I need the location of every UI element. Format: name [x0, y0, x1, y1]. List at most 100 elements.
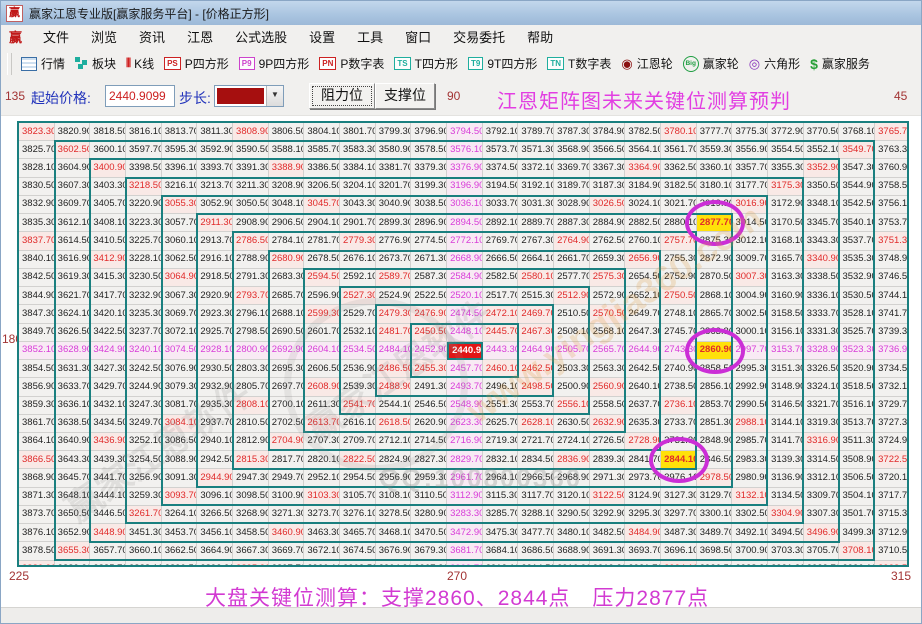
price-cell[interactable]: 2736.10 [661, 396, 697, 415]
price-cell[interactable]: 3547.30 [839, 159, 876, 178]
price-cell[interactable]: 3086.50 [161, 432, 198, 452]
price-cell[interactable]: 3312.10 [803, 469, 840, 488]
price-cell[interactable]: 3396.10 [161, 159, 198, 178]
price-cell[interactable]: 2520.10 [447, 287, 483, 306]
price-cell[interactable]: 3830.50 [19, 177, 55, 196]
price-cell[interactable]: 2925.70 [197, 323, 234, 342]
price-cell[interactable]: 2844.10 [661, 451, 697, 470]
price-cell[interactable]: 3391.30 [233, 159, 269, 178]
price-cell[interactable]: 3019.30 [696, 195, 733, 215]
price-cell[interactable]: 3640.90 [54, 432, 91, 452]
price-cell[interactable]: 2935.30 [197, 396, 234, 415]
price-cell[interactable]: 2620.90 [411, 414, 448, 433]
price-cell[interactable]: 2635.30 [625, 414, 662, 433]
price-cell[interactable]: 3878.50 [19, 542, 55, 561]
price-cell[interactable]: 3372.10 [518, 159, 555, 178]
price-cell[interactable]: 3105.70 [340, 487, 376, 506]
price-cell[interactable]: 3758.50 [875, 177, 907, 196]
price-cell[interactable]: 3163.30 [768, 268, 804, 288]
price-cell[interactable]: 3218.50 [126, 177, 162, 196]
price-cell[interactable]: 3876.10 [19, 524, 55, 543]
price-cell[interactable]: 2846.50 [696, 451, 733, 470]
menu-item-文件[interactable]: 文件 [32, 27, 80, 46]
price-cell[interactable]: 2995.30 [732, 360, 769, 379]
price-cell[interactable]: 3864.10 [19, 432, 55, 452]
price-cell[interactable]: 3823.30 [19, 123, 55, 142]
price-cell[interactable]: 3446.50 [90, 505, 127, 525]
price-cell[interactable]: 3496.90 [803, 524, 840, 543]
price-cell[interactable]: 2529.70 [340, 305, 376, 324]
price-cell[interactable]: 3756.10 [875, 195, 907, 215]
price-cell[interactable]: 3590.50 [233, 141, 269, 160]
price-cell[interactable]: 3036.10 [447, 195, 483, 215]
price-cell[interactable]: 3782.50 [625, 123, 662, 142]
price-cell[interactable]: 2908.90 [233, 214, 269, 233]
price-cell[interactable]: 3328.90 [803, 341, 840, 361]
price-cell[interactable]: 2539.30 [340, 378, 376, 397]
price-cell[interactable]: 2599.30 [304, 305, 341, 324]
price-cell[interactable]: 2618.50 [375, 414, 412, 433]
price-cell[interactable]: 3895.30 [233, 560, 269, 565]
price-cell[interactable]: 2968.90 [554, 469, 590, 488]
price-cell[interactable]: 3127.30 [661, 487, 697, 506]
menu-item-江恩[interactable]: 江恩 [176, 27, 224, 46]
price-cell[interactable]: 3672.10 [304, 542, 341, 561]
price-cell[interactable]: 3364.90 [625, 159, 662, 178]
price-cell[interactable]: 3734.50 [875, 360, 907, 379]
price-cell[interactable]: 3110.50 [411, 487, 448, 506]
price-cell[interactable]: 3276.10 [340, 505, 376, 525]
price-cell[interactable]: 2784.10 [268, 232, 305, 251]
price-cell[interactable]: 3300.10 [696, 505, 733, 525]
price-cell[interactable]: 3772.90 [768, 123, 804, 142]
price-cell[interactable]: 3722.50 [875, 451, 907, 470]
price-cell[interactable]: 2980.90 [732, 469, 769, 488]
price-cell[interactable]: 3583.30 [340, 141, 376, 160]
price-cell[interactable]: 3660.10 [126, 542, 162, 561]
price-cell[interactable]: 2505.70 [554, 341, 590, 361]
price-cell[interactable]: 3076.90 [161, 360, 198, 379]
price-cell[interactable]: 2726.50 [589, 432, 626, 452]
price-cell[interactable]: 3136.90 [768, 469, 804, 488]
price-cell[interactable]: 3100.90 [268, 487, 305, 506]
price-cell[interactable]: 3252.10 [126, 432, 162, 452]
price-cell[interactable]: 3398.50 [126, 159, 162, 178]
price-cell[interactable]: 2503.30 [554, 360, 590, 379]
price-cell[interactable]: 3619.30 [54, 268, 91, 288]
price-cell[interactable]: 3566.50 [589, 141, 626, 160]
price-cell[interactable]: 2654.50 [625, 268, 662, 288]
price-cell[interactable]: 2863.30 [696, 323, 733, 342]
price-cell[interactable]: 3835.30 [19, 214, 55, 233]
price-cell[interactable]: 3369.70 [554, 159, 590, 178]
price-cell[interactable]: 3057.70 [161, 214, 198, 233]
price-cell[interactable]: 2817.70 [268, 451, 305, 470]
price-cell[interactable]: 2472.10 [482, 305, 519, 324]
price-cell[interactable]: 3746.50 [875, 268, 907, 288]
price-cell[interactable]: 3540.10 [839, 214, 876, 233]
price-cell[interactable]: 2512.90 [554, 287, 590, 306]
price-cell[interactable]: 2992.90 [732, 378, 769, 397]
price-cell[interactable]: 2594.50 [304, 268, 341, 288]
price-cell[interactable]: 3679.30 [411, 542, 448, 561]
price-cell[interactable]: 3657.70 [90, 542, 127, 561]
price-cell[interactable]: 2496.10 [482, 378, 519, 397]
price-cell[interactable]: 2822.50 [340, 451, 376, 470]
price-cell[interactable]: 3816.10 [126, 123, 162, 142]
price-cell[interactable]: 3604.90 [54, 159, 91, 178]
price-cell[interactable]: 3244.90 [126, 378, 162, 397]
price-cell[interactable]: 3448.90 [90, 524, 127, 543]
price-cell[interactable]: 3693.70 [625, 542, 662, 561]
price-cell[interactable]: 3684.10 [482, 542, 519, 561]
price-cell[interactable]: 2668.90 [447, 250, 483, 269]
price-cell[interactable]: 2937.70 [197, 414, 234, 433]
price-cell[interactable]: 2932.90 [197, 378, 234, 397]
price-cell[interactable]: 3146.50 [768, 396, 804, 415]
price-cell[interactable]: 2875.30 [696, 232, 733, 251]
price-cell[interactable]: 2894.50 [447, 214, 483, 233]
price-cell[interactable]: 3064.90 [161, 268, 198, 288]
price-cell[interactable]: 2510.50 [554, 305, 590, 324]
price-cell[interactable]: 3914.50 [518, 560, 555, 565]
price-cell[interactable]: 3362.50 [661, 159, 697, 178]
price-cell[interactable]: 3487.30 [661, 524, 697, 543]
price-cell[interactable]: 2743.30 [661, 341, 697, 361]
price-cell[interactable]: 3712.90 [875, 524, 907, 543]
